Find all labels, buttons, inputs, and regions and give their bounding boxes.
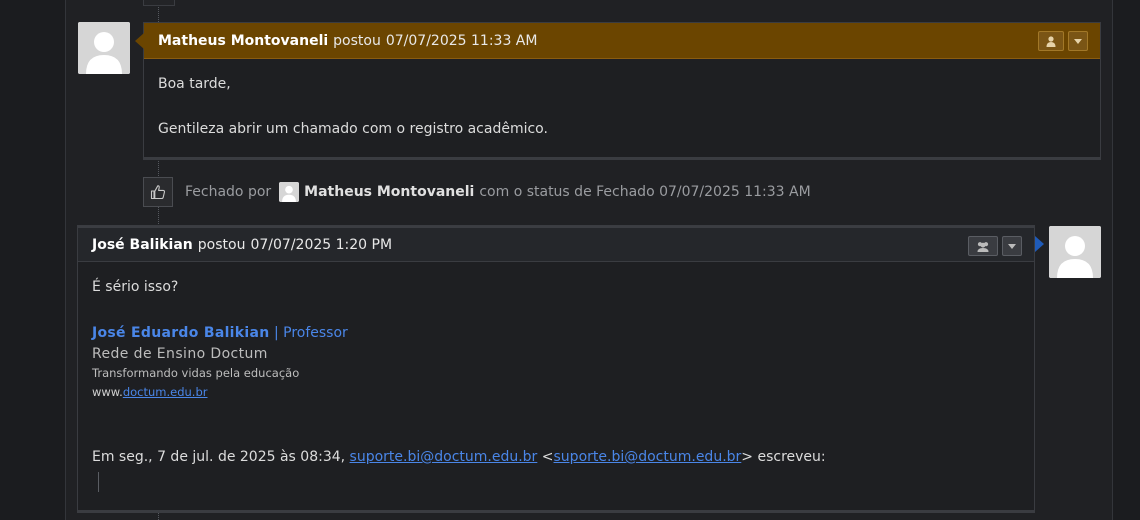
users-icon xyxy=(977,241,989,252)
default-avatar-icon xyxy=(78,22,130,74)
entry-verb: postou xyxy=(197,236,246,253)
closed-event-suffix: com o status de Fechado 07/07/2025 11:33… xyxy=(479,184,811,200)
entry-pointer xyxy=(1035,236,1044,252)
thread-entry-staff: Matheus Montovaneli postou 07/07/2025 11… xyxy=(135,22,1101,158)
caret-down-icon xyxy=(1008,243,1016,249)
closed-event-avatar xyxy=(279,182,300,202)
reply-prefix: Em seg., 7 de jul. de 2025 às 08:34, xyxy=(92,449,346,465)
signature-tagline: Transformando vidas pela educação xyxy=(92,366,300,380)
entry-body: Boa tarde, Gentileza abrir um chamado co… xyxy=(144,59,1100,154)
entry-body-line: Gentileza abrir um chamado com o registr… xyxy=(158,121,548,137)
entry-author[interactable]: José Balikian xyxy=(92,237,193,253)
timeline-previous-event xyxy=(143,0,175,6)
entry-body: É sério isso? José Eduardo Balikian | Pr… xyxy=(78,262,1034,506)
entry-menu-button[interactable] xyxy=(1068,31,1088,51)
entry-verb: postou xyxy=(333,32,381,49)
reply-lt: < xyxy=(541,449,554,465)
user-icon xyxy=(1046,35,1056,47)
avatar-matheus[interactable] xyxy=(78,22,130,74)
closed-event-user[interactable]: Matheus Montovaneli xyxy=(304,184,474,200)
signature-site-link[interactable]: doctum.edu.br xyxy=(123,385,208,399)
entry-body-line: É sério isso? xyxy=(92,279,179,295)
closed-event-prefix: Fechado por xyxy=(185,184,272,200)
thread-entry-user: José Balikian postou 07/07/2025 1:20 PM … xyxy=(77,225,1044,511)
entry-header: José Balikian postou 07/07/2025 1:20 PM xyxy=(78,226,1034,262)
signature-role: | Professor xyxy=(273,325,348,341)
default-avatar-icon xyxy=(279,182,300,202)
reply-email-link-2[interactable]: suporte.bi@doctum.edu.br xyxy=(554,449,742,465)
entry-timestamp: 07/07/2025 1:20 PM xyxy=(250,236,393,253)
quote-bar xyxy=(98,472,99,492)
default-avatar-icon xyxy=(1049,226,1101,278)
signature-name-line: José Eduardo Balikian | Professor xyxy=(92,322,1020,344)
thumbs-up-icon xyxy=(150,185,166,200)
caret-down-icon xyxy=(1074,38,1082,44)
signature-website: www.doctum.edu.br xyxy=(92,382,1020,402)
entry-body-line: Boa tarde, xyxy=(158,76,231,92)
reply-quote-line: Em seg., 7 de jul. de 2025 às 08:34, sup… xyxy=(92,446,1020,468)
entry-collaborators-button[interactable] xyxy=(968,236,998,256)
entry-user-button[interactable] xyxy=(1038,31,1064,51)
entry-header: Matheus Montovaneli postou 07/07/2025 11… xyxy=(144,23,1100,59)
signature-org: Rede de Ensino Doctum xyxy=(92,346,268,362)
entry-pointer xyxy=(135,33,144,49)
reply-email-link[interactable]: suporte.bi@doctum.edu.br xyxy=(350,449,538,465)
reply-suffix: > escreveu: xyxy=(741,449,826,465)
closed-event: Fechado por Matheus Montovaneli com o st… xyxy=(143,176,811,208)
entry-menu-button[interactable] xyxy=(1002,236,1022,256)
signature-name: José Eduardo Balikian xyxy=(92,325,270,341)
signature-site-prefix: www. xyxy=(92,385,123,399)
closed-event-badge xyxy=(143,177,173,207)
entry-author[interactable]: Matheus Montovaneli xyxy=(158,33,328,49)
avatar-jose[interactable] xyxy=(1049,226,1101,278)
entry-timestamp: 07/07/2025 11:33 AM xyxy=(385,32,538,49)
